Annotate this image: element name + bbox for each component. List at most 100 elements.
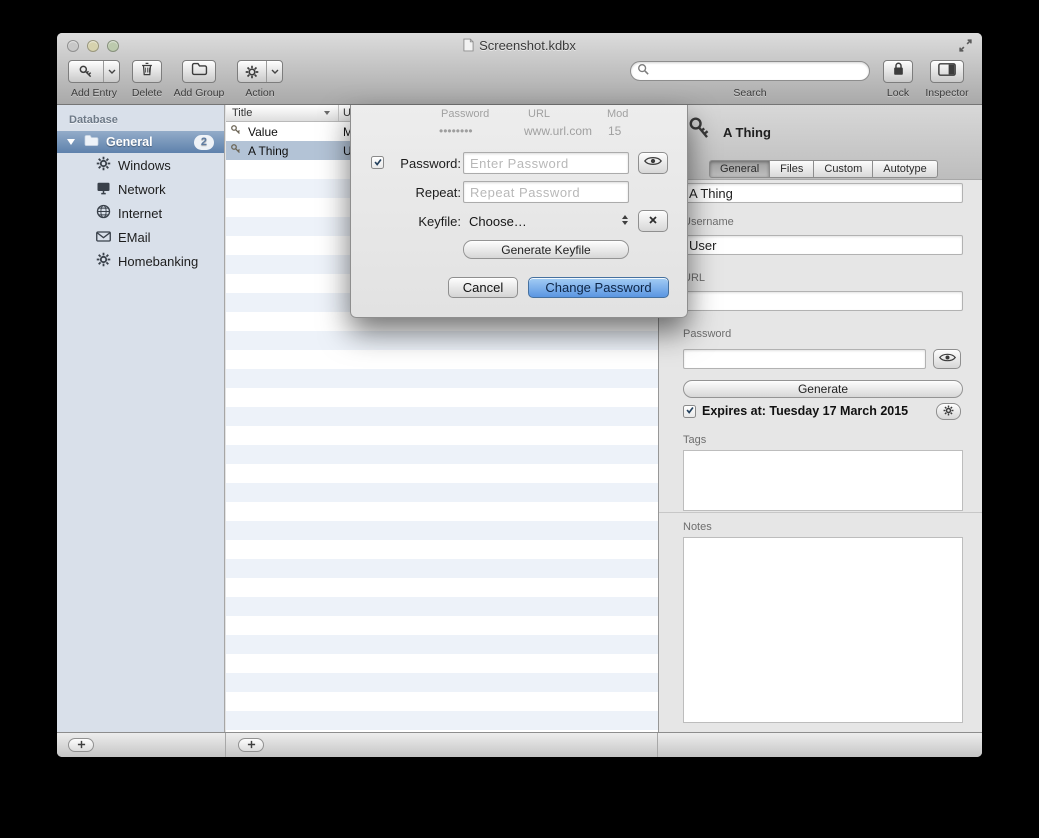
background-table-ghost: Password URL Mod •••••••• www.url.com 15: [351, 105, 687, 141]
sidebar-item-label: EMail: [118, 230, 151, 245]
trash-icon: [140, 61, 154, 82]
generate-keyfile-button[interactable]: Generate Keyfile: [463, 240, 629, 259]
entry-title-cell: A Thing: [248, 144, 334, 158]
change-password-sheet: Password URL Mod •••••••• www.url.com 15…: [350, 105, 688, 318]
tags-input[interactable]: [683, 450, 963, 511]
show-password-button[interactable]: [933, 349, 961, 369]
add-group-button[interactable]: [182, 60, 216, 83]
inspector-tabs: General Files Custom Autotype: [709, 160, 938, 178]
inspector-header: A Thing General Files Custom Autotype: [659, 105, 982, 180]
gear-icon: [96, 252, 118, 270]
add-group-footer-button[interactable]: [68, 738, 94, 752]
footer-bar: [57, 732, 982, 757]
action-button[interactable]: [237, 60, 283, 83]
gear-icon: [238, 61, 266, 82]
sheet-show-password-button[interactable]: [638, 152, 668, 174]
display-icon: [96, 181, 118, 198]
sidebar-item-windows[interactable]: Windows: [57, 153, 224, 177]
username-label: Username: [683, 216, 734, 228]
envelope-icon: [96, 230, 118, 245]
key-icon: [687, 116, 713, 147]
keyfile-popup[interactable]: Choose…: [463, 210, 629, 232]
sidebar-group-general[interactable]: General 2: [57, 131, 224, 153]
toolbar-item-action: Action: [235, 58, 285, 105]
toolbar: Add Entry Delete Add Group Action: [57, 58, 982, 105]
chevron-down-icon[interactable]: [103, 61, 119, 82]
disclosure-triangle-icon[interactable]: [67, 139, 75, 145]
add-entry-button[interactable]: [68, 60, 120, 83]
add-group-label: Add Group: [169, 87, 229, 99]
plus-icon: [77, 736, 86, 754]
tab-autotype[interactable]: Autotype: [873, 160, 937, 178]
expires-checkbox[interactable]: [683, 405, 696, 418]
expires-settings-button[interactable]: [936, 403, 961, 420]
eye-icon: [644, 154, 662, 172]
eye-icon: [939, 350, 956, 368]
gear-icon: [943, 403, 954, 421]
sidebar-item-label: Network: [118, 182, 166, 197]
search-field[interactable]: [630, 61, 870, 81]
sheet-repeat-label: Repeat:: [381, 185, 461, 200]
toolbar-item-lock: Lock: [880, 58, 916, 105]
fullscreen-icon[interactable]: [958, 38, 974, 54]
gear-icon: [96, 156, 118, 174]
chevron-down-icon[interactable]: [266, 61, 282, 82]
inspector-toggle-button[interactable]: [930, 60, 964, 83]
expires-row: Expires at: Tuesday 17 March 2015: [683, 404, 908, 418]
notes-input[interactable]: [683, 537, 963, 723]
tab-general[interactable]: General: [709, 160, 770, 178]
lock-button[interactable]: [883, 60, 913, 83]
plus-icon: [247, 736, 256, 754]
check-icon: [685, 402, 695, 420]
sheet-password-input[interactable]: [463, 152, 629, 174]
toolbar-item-inspector: Inspector: [920, 58, 974, 105]
tab-custom[interactable]: Custom: [814, 160, 873, 178]
search-input[interactable]: [653, 64, 863, 78]
column-header-title[interactable]: Title: [232, 107, 252, 119]
delete-button[interactable]: [132, 60, 162, 83]
title-field[interactable]: [683, 183, 963, 203]
cancel-button[interactable]: Cancel: [448, 277, 518, 298]
sidebar-item-label: Internet: [118, 206, 162, 221]
sidebar-item-network[interactable]: Network: [57, 177, 224, 201]
tags-label: Tags: [683, 434, 706, 446]
inspector-entry-title: A Thing: [723, 125, 771, 140]
generate-password-button[interactable]: Generate: [683, 380, 963, 398]
sheet-keyfile-label: Keyfile:: [381, 214, 461, 229]
search-label: Search: [630, 87, 870, 99]
add-entry-label: Add Entry: [65, 87, 123, 99]
column-divider[interactable]: [338, 105, 339, 121]
tab-files[interactable]: Files: [770, 160, 814, 178]
ghost-modified-value: 15: [608, 124, 621, 138]
lock-label: Lock: [880, 87, 916, 99]
url-field[interactable]: [683, 291, 963, 311]
search-icon: [637, 62, 649, 80]
sidebar-section-header: Database: [57, 105, 224, 131]
key-icon: [230, 143, 242, 158]
notes-label: Notes: [683, 521, 712, 533]
footer-divider: [657, 733, 658, 757]
username-field[interactable]: [683, 235, 963, 255]
window-chrome: Screenshot.kdbx Add Entry Delete: [57, 33, 982, 105]
sheet-repeat-input[interactable]: [463, 181, 629, 203]
folder-icon: [191, 62, 208, 81]
group-label: General: [106, 135, 153, 149]
toolbar-item-delete: Delete: [129, 58, 165, 105]
action-label: Action: [235, 87, 285, 99]
clear-keyfile-button[interactable]: [638, 210, 668, 232]
toolbar-item-add-entry: Add Entry: [65, 58, 123, 105]
sidebar-item-label: Windows: [118, 158, 171, 173]
section-divider: [659, 512, 982, 513]
inspector-label: Inspector: [920, 87, 974, 99]
add-entry-footer-button[interactable]: [238, 738, 264, 752]
password-field[interactable]: [683, 349, 926, 369]
sidebar-item-homebanking[interactable]: Homebanking: [57, 249, 224, 273]
content-area: Database General 2 Windows Network Inter…: [57, 105, 982, 732]
ghost-column-modified: Mod: [607, 108, 628, 120]
sidebar-item-email[interactable]: EMail: [57, 225, 224, 249]
sidebar-item-label: Homebanking: [118, 254, 198, 269]
sheet-repeat-row: Repeat:: [351, 181, 687, 203]
sidebar-item-internet[interactable]: Internet: [57, 201, 224, 225]
change-password-button[interactable]: Change Password: [528, 277, 669, 298]
titlebar[interactable]: Screenshot.kdbx: [57, 33, 982, 58]
